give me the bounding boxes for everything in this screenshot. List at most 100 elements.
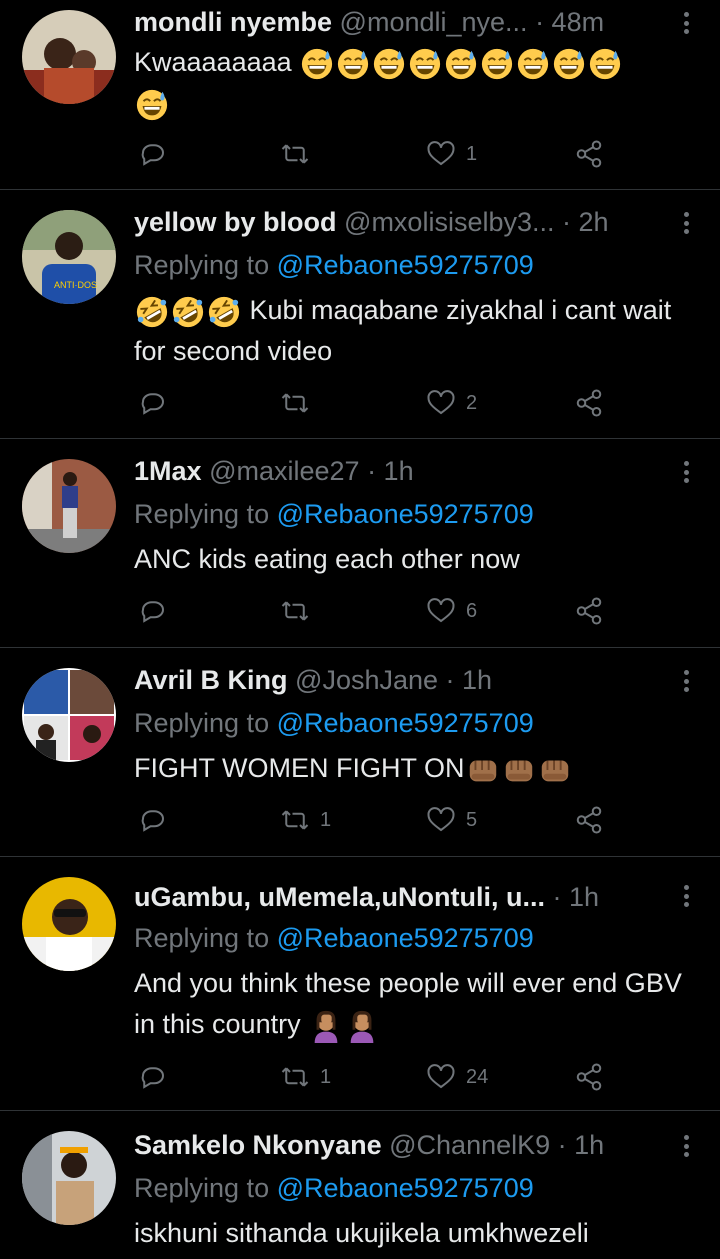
replying-to: Replying to @Rebaone59275709 xyxy=(134,705,534,741)
avatar[interactable] xyxy=(22,1131,116,1225)
reply-icon xyxy=(141,144,164,166)
replying-to: Replying to @Rebaone59275709 xyxy=(134,920,534,956)
heart-icon xyxy=(427,390,455,415)
reply-button[interactable] xyxy=(138,134,168,174)
retweet-button[interactable]: 1 xyxy=(280,800,331,840)
more-options-icon[interactable] xyxy=(678,666,694,696)
replying-prefix: Replying to xyxy=(134,1173,277,1203)
retweet-button[interactable] xyxy=(280,383,320,423)
fist-emoji-icon xyxy=(538,753,572,787)
more-options-icon[interactable] xyxy=(678,1131,694,1161)
replying-to: Replying to @Rebaone59275709 xyxy=(134,1170,534,1206)
retweet-count: 1 xyxy=(320,808,332,831)
sweat-smile-emoji-icon xyxy=(135,88,169,122)
retweet-icon xyxy=(281,393,309,413)
share-button[interactable] xyxy=(574,591,604,631)
tweet-header: yellow by blood @mxolisiselby3... · 2h xyxy=(134,204,680,240)
tweet-6[interactable]: Samkelo Nkonyane @ChannelK9 · 1h Replyin… xyxy=(0,1111,720,1259)
reply-button[interactable] xyxy=(138,383,168,423)
handle[interactable]: @maxilee27 xyxy=(209,456,359,486)
avatar[interactable] xyxy=(22,459,116,553)
timestamp[interactable]: · 1h xyxy=(558,1130,605,1160)
mention-link[interactable]: @Rebaone59275709 xyxy=(277,499,534,529)
reply-button[interactable] xyxy=(138,1057,168,1097)
mention-link[interactable]: @Rebaone59275709 xyxy=(277,250,534,280)
replying-to: Replying to @Rebaone59275709 xyxy=(134,247,534,283)
tweet-1[interactable]: mondli nyembe @mondli_nye... · 48m Kwaaa… xyxy=(0,0,720,189)
sweat-smile-emoji-icon xyxy=(408,47,442,81)
avatar[interactable]: ANTI·DOS xyxy=(22,210,116,304)
rofl-emoji-icon xyxy=(207,295,241,329)
handle[interactable]: @mxolisiselby3... xyxy=(344,207,554,237)
avatar[interactable] xyxy=(22,668,116,762)
share-button[interactable] xyxy=(574,1057,604,1097)
sweat-smile-emoji-icon xyxy=(300,47,334,81)
more-options-icon[interactable] xyxy=(678,8,694,38)
like-button[interactable]: 6 xyxy=(426,591,477,631)
more-options-icon[interactable] xyxy=(678,881,694,911)
handle[interactable]: @JoshJane xyxy=(295,665,438,695)
timestamp[interactable]: · 2h xyxy=(562,207,609,237)
tweet-actions: 1 xyxy=(134,134,614,174)
sweat-smile-emoji-icon xyxy=(336,47,370,81)
display-name[interactable]: 1Max xyxy=(134,456,202,486)
sweat-smile-emoji-icon xyxy=(444,47,478,81)
timestamp[interactable]: · 1h xyxy=(446,665,493,695)
tweet-header: 1Max @maxilee27 · 1h xyxy=(134,453,680,489)
avatar[interactable] xyxy=(22,10,116,104)
like-button[interactable]: 1 xyxy=(426,134,477,174)
retweet-count: 1 xyxy=(320,1065,332,1088)
avatar[interactable] xyxy=(22,877,116,971)
retweet-icon xyxy=(281,810,309,830)
share-icon xyxy=(576,389,602,417)
tweet-3[interactable]: 1Max @maxilee27 · 1h Replying to @Rebaon… xyxy=(0,439,720,647)
display-name[interactable]: mondli nyembe xyxy=(134,7,332,37)
retweet-icon xyxy=(281,1067,309,1087)
display-name[interactable]: yellow by blood xyxy=(134,207,337,237)
tweet-header: mondli nyembe @mondli_nye... · 48m xyxy=(134,4,680,40)
share-icon xyxy=(576,597,602,625)
share-button[interactable] xyxy=(574,383,604,423)
timestamp[interactable]: · 1h xyxy=(367,456,414,486)
mention-link[interactable]: @Rebaone59275709 xyxy=(277,1173,534,1203)
reply-icon xyxy=(141,601,164,623)
display-name[interactable]: Samkelo Nkonyane xyxy=(134,1130,382,1160)
reply-icon xyxy=(141,810,164,832)
like-count: 5 xyxy=(466,808,478,831)
tweet-text: iskhuni sithanda ukujikela umkhwezeli xyxy=(134,1213,694,1254)
mention-link[interactable]: @Rebaone59275709 xyxy=(277,708,534,738)
retweet-button[interactable] xyxy=(280,591,320,631)
more-options-icon[interactable] xyxy=(678,457,694,487)
share-icon xyxy=(576,1063,602,1091)
like-button[interactable]: 2 xyxy=(426,383,477,423)
like-count: 1 xyxy=(466,142,478,165)
tweet-2[interactable]: ANTI·DOS yellow by blood @mxolisiselby3.… xyxy=(0,190,720,438)
reply-button[interactable] xyxy=(138,591,168,631)
share-button[interactable] xyxy=(574,134,604,174)
replying-prefix: Replying to xyxy=(134,250,277,280)
sweat-smile-emoji-icon xyxy=(588,47,622,81)
tweet-text-content: And you think these people will ever end… xyxy=(134,968,682,1039)
share-button[interactable] xyxy=(574,800,604,840)
retweet-button[interactable]: 1 xyxy=(280,1057,331,1097)
share-icon xyxy=(576,140,602,168)
tweet-header: uGambu, uMemela,uNontuli, u... · 1h xyxy=(134,879,680,915)
like-count: 2 xyxy=(466,391,478,414)
reply-button[interactable] xyxy=(138,800,168,840)
timestamp[interactable]: · 1h xyxy=(553,882,600,912)
handle[interactable]: @ChannelK9 xyxy=(389,1130,550,1160)
more-options-icon[interactable] xyxy=(678,208,694,238)
handle[interactable]: @mondli_nye... xyxy=(340,7,528,37)
mention-link[interactable]: @Rebaone59275709 xyxy=(277,923,534,953)
sweat-smile-emoji-icon xyxy=(552,47,586,81)
like-button[interactable]: 24 xyxy=(426,1057,488,1097)
tweet-5[interactable]: uGambu, uMemela,uNontuli, u... · 1h Repl… xyxy=(0,857,720,1110)
tweet-text-content: Kwaaaaaaaa xyxy=(134,47,292,77)
tweet-4[interactable]: Avril B King @JoshJane · 1h Replying to … xyxy=(0,648,720,856)
like-button[interactable]: 5 xyxy=(426,800,477,840)
display-name[interactable]: Avril B King xyxy=(134,665,288,695)
heart-icon xyxy=(427,1064,455,1089)
display-name[interactable]: uGambu, uMemela,uNontuli, u... xyxy=(134,882,545,912)
timestamp[interactable]: · 48m xyxy=(535,7,604,37)
retweet-button[interactable] xyxy=(280,134,320,174)
